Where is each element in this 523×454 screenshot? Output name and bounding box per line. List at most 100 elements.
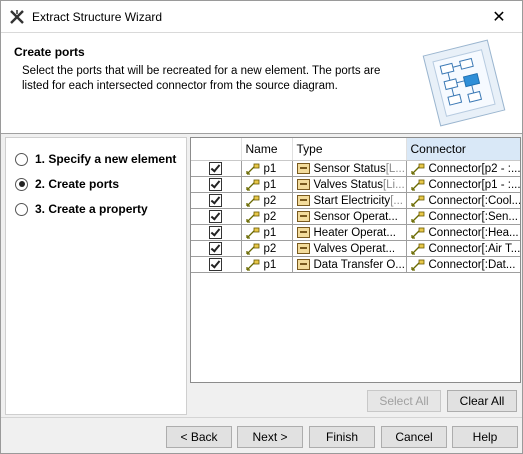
port-icon: [245, 211, 259, 223]
select-cell: [191, 256, 242, 273]
port-type: Valves Status: [313, 178, 383, 191]
close-button[interactable]: ✕: [476, 1, 522, 32]
select-cell: [191, 224, 242, 241]
connector-name: Connector[p1 - :...: [428, 178, 521, 191]
checkbox-checked-icon[interactable]: [209, 258, 222, 271]
block-icon: [296, 243, 310, 254]
port-name: p1: [263, 258, 277, 271]
name-cell[interactable]: p1: [241, 176, 293, 193]
checkbox-checked-icon[interactable]: [209, 178, 222, 191]
type-cell[interactable]: Sensor Operat...: [292, 208, 407, 225]
block-icon: [296, 211, 310, 222]
page-description: Select the ports that will be recreated …: [22, 65, 381, 92]
connector-cell[interactable]: Connector[p2 - :...: [406, 160, 521, 177]
column-header-connector[interactable]: Connector: [406, 138, 520, 161]
radio-selected-icon: [15, 177, 28, 191]
connector-name: Connector[:Dat...: [428, 258, 516, 271]
type-cell[interactable]: Valves Operat...: [292, 240, 407, 257]
close-icon: ✕: [492, 8, 506, 26]
type-cell[interactable]: Sensor Status [L...: [292, 160, 407, 177]
select-all-button[interactable]: Select All: [367, 390, 441, 412]
checkbox-checked-icon[interactable]: [209, 210, 222, 223]
port-name: p1: [263, 226, 277, 239]
port-name: p1: [263, 178, 277, 191]
connector-cell[interactable]: Connector[:Hea...: [406, 224, 520, 241]
back-button[interactable]: < Back: [166, 426, 232, 448]
name-cell[interactable]: p1: [241, 256, 293, 273]
type-cell[interactable]: Heater Operat...: [292, 224, 407, 241]
connector-cell[interactable]: Connector[:Sen...: [406, 208, 520, 225]
connector-cell[interactable]: Connector[:Cool...: [406, 192, 520, 209]
step-label: 3. Create a property: [35, 202, 148, 216]
port-icon: [410, 179, 424, 191]
port-type: Valves Operat...: [313, 242, 396, 255]
step-create-ports[interactable]: 2. Create ports: [15, 174, 119, 194]
table-header-row: Name Type Connector: [191, 138, 520, 161]
port-icon: [245, 227, 259, 239]
step-label: 1. Specify a new element: [35, 152, 177, 166]
connector-cell[interactable]: Connector[:Dat...: [406, 256, 520, 273]
port-name: p2: [263, 194, 277, 207]
block-icon: [296, 227, 310, 238]
port-icon: [410, 243, 424, 255]
port-type-suffix: [Li...: [382, 178, 405, 191]
column-header-select[interactable]: [191, 138, 242, 161]
name-cell[interactable]: p1: [241, 160, 293, 177]
type-cell[interactable]: Valves Status [Li...: [292, 176, 407, 193]
port-icon: [410, 163, 424, 175]
port-icon: [410, 211, 424, 223]
port-name: p2: [263, 242, 277, 255]
table-row[interactable]: p2 Valves Operat... Connector[:Air T...: [191, 240, 521, 257]
page-title: Create ports: [14, 45, 85, 59]
table-row[interactable]: p1 Heater Operat... Connector[:Hea...: [191, 224, 520, 241]
port-type: Data Transfer O...: [313, 258, 405, 271]
name-cell[interactable]: p2: [241, 192, 293, 209]
radio-icon: [15, 152, 28, 166]
clear-all-button[interactable]: Clear All: [447, 390, 517, 412]
port-icon: [245, 163, 259, 175]
next-button[interactable]: Next >: [237, 426, 303, 448]
select-cell: [191, 240, 242, 257]
checkbox-checked-icon[interactable]: [209, 226, 222, 239]
wizard-steps-panel: 1. Specify a new element 2. Create ports…: [5, 137, 187, 415]
column-header-name[interactable]: Name: [241, 138, 293, 161]
app-logo-icon: [10, 10, 24, 24]
window-title: Extract Structure Wizard: [32, 10, 163, 24]
connector-cell[interactable]: Connector[p1 - :...: [406, 176, 521, 193]
connector-cell[interactable]: Connector[:Air T...: [406, 240, 521, 257]
connector-name: Connector[p2 - :...: [428, 162, 521, 175]
checkbox-checked-icon[interactable]: [209, 194, 222, 207]
checkbox-checked-icon[interactable]: [209, 162, 222, 175]
finish-button[interactable]: Finish: [309, 426, 375, 448]
name-cell[interactable]: p2: [241, 240, 293, 257]
block-icon: [296, 195, 310, 206]
block-icon: [296, 179, 310, 190]
table-row[interactable]: p1 Sensor Status [L... Connector[p2 - :...: [191, 160, 521, 177]
type-cell[interactable]: Start Electricity [...: [292, 192, 407, 209]
name-cell[interactable]: p2: [241, 208, 293, 225]
wizard-window: Extract Structure Wizard ✕ Create ports …: [0, 0, 523, 454]
port-type-suffix: [L...: [385, 162, 405, 175]
table-row[interactable]: p2 Start Electricity [... Connector[:Cool.…: [191, 192, 520, 209]
select-cell: [191, 208, 242, 225]
table-row[interactable]: p2 Sensor Operat... Connector[:Sen...: [191, 208, 520, 225]
table-row[interactable]: p1 Valves Status [Li... Connector[p1 - :..…: [191, 176, 521, 193]
port-type: Sensor Status: [313, 162, 386, 175]
port-type: Start Electricity: [313, 194, 391, 207]
table-row[interactable]: p1 Data Transfer O... Connector[:Dat...: [191, 256, 520, 273]
cancel-button[interactable]: Cancel: [381, 426, 447, 448]
step-specify-element[interactable]: 1. Specify a new element: [15, 149, 176, 169]
column-header-type[interactable]: Type: [292, 138, 407, 161]
port-type: Heater Operat...: [313, 226, 396, 239]
help-button[interactable]: Help: [452, 426, 518, 448]
block-icon: [296, 259, 310, 270]
port-icon: [245, 179, 259, 191]
port-type: Sensor Operat...: [313, 210, 398, 223]
type-cell[interactable]: Data Transfer O...: [292, 256, 407, 273]
checkbox-checked-icon[interactable]: [209, 242, 222, 255]
select-cell: [191, 176, 242, 193]
step-create-property[interactable]: 3. Create a property: [15, 199, 148, 219]
name-cell[interactable]: p1: [241, 224, 293, 241]
connector-name: Connector[:Air T...: [428, 242, 521, 255]
port-icon: [245, 243, 259, 255]
